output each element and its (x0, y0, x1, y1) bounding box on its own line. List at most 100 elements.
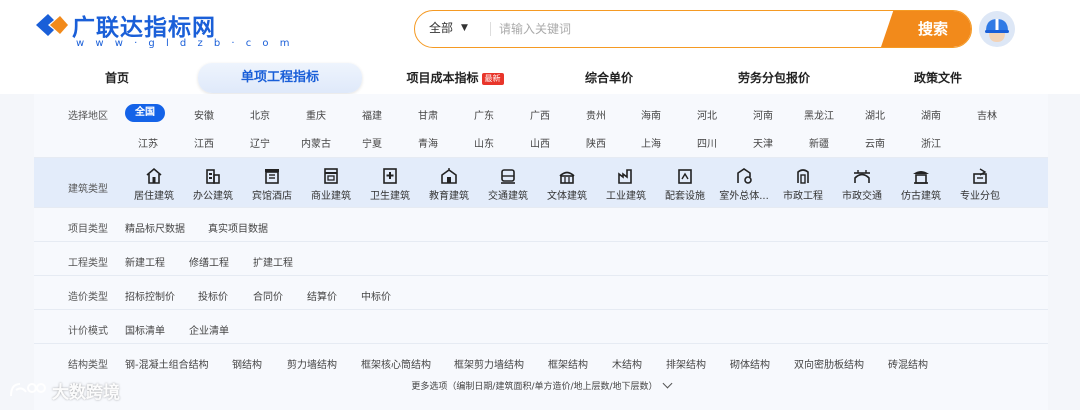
structure-type-option[interactable]: 剪力墙结构 (287, 356, 337, 371)
avatar[interactable] (979, 11, 1015, 47)
cost-type-label: 造价类型 (68, 292, 108, 303)
structure-type-option[interactable]: 砌体结构 (730, 356, 770, 371)
nav-labor-subcontract[interactable]: 劳务分包报价 (732, 66, 816, 90)
cost-type-option[interactable]: 投标价 (198, 288, 228, 303)
region-option[interactable]: 宁夏 (362, 135, 382, 150)
building-type-health[interactable]: 卫生建筑 (360, 167, 420, 202)
building-type-transport[interactable]: 交通建筑 (478, 167, 538, 202)
region-option[interactable]: 天津 (753, 135, 773, 150)
region-option[interactable]: 海南 (641, 107, 661, 122)
nav-project-cost-index-label: 项目成本指标 (406, 71, 479, 85)
cost-type-filter-row: 造价类型 招标控制价 投标价 合同价 结算价 中标价 (34, 276, 1048, 310)
region-option[interactable]: 浙江 (921, 135, 941, 150)
region-option[interactable]: 江苏 (138, 135, 158, 150)
pricing-mode-option[interactable]: 国标清单 (125, 322, 165, 337)
region-option[interactable]: 山东 (474, 135, 494, 150)
watermark-text: 大数跨境 (52, 382, 120, 403)
building-type-education[interactable]: 教育建筑 (419, 167, 479, 202)
building-type-facilities[interactable]: 配套设施 (655, 167, 715, 202)
region-option[interactable]: 内蒙古 (301, 135, 331, 150)
building-type-residential[interactable]: 居住建筑 (124, 167, 184, 202)
region-option[interactable]: 黑龙江 (804, 107, 834, 122)
region-filter-row: 选择地区 全国 安徽 北京 重庆 福建 甘肃 广东 广西 贵州 海南 河北 河南… (34, 94, 1048, 158)
building-type-municipal-traffic[interactable]: 市政交通 (832, 167, 892, 202)
structure-type-option[interactable]: 钢结构 (232, 356, 262, 371)
region-option[interactable]: 河北 (697, 107, 717, 122)
nav-unit-price[interactable]: 综合单价 (576, 66, 642, 90)
pagoda-icon (913, 171, 929, 184)
bridge-icon (854, 170, 870, 183)
region-option[interactable]: 江西 (194, 135, 214, 150)
region-option[interactable]: 云南 (865, 135, 885, 150)
engineering-type-option[interactable]: 扩建工程 (253, 254, 293, 269)
region-option[interactable]: 广东 (474, 107, 494, 122)
building-type-office-label: 办公建筑 (193, 191, 233, 202)
project-type-option[interactable]: 真实项目数据 (208, 220, 268, 235)
pricing-mode-option[interactable]: 企业清单 (189, 322, 229, 337)
site-logo[interactable]: 广联达指标网 w w w · g l d z b · c o m (34, 8, 289, 49)
building-type-outdoor[interactable]: 室外总体... (714, 167, 774, 202)
region-option[interactable]: 湖北 (865, 107, 885, 122)
region-option[interactable]: 新疆 (809, 135, 829, 150)
structure-type-option[interactable]: 框架核心筒结构 (361, 356, 431, 371)
building-type-subcontract[interactable]: 专业分包 (950, 167, 1010, 202)
region-option[interactable]: 河南 (753, 107, 773, 122)
structure-type-option[interactable]: 框架剪力墙结构 (454, 356, 524, 371)
building-type-municipal[interactable]: 市政工程 (773, 167, 833, 202)
nav-home[interactable]: 首页 (90, 66, 144, 90)
structure-type-option[interactable]: 双向密肋板结构 (794, 356, 864, 371)
region-option[interactable]: 上海 (641, 135, 661, 150)
region-option[interactable]: 甘肃 (418, 107, 438, 122)
building-type-transport-label: 交通建筑 (488, 191, 528, 202)
project-type-option[interactable]: 精品标尺数据 (125, 220, 185, 235)
region-option[interactable]: 辽宁 (250, 135, 270, 150)
nav-project-cost-index[interactable]: 项目成本指标 最新 (400, 66, 510, 90)
building-type-commercial[interactable]: 商业建筑 (301, 167, 361, 202)
nav-policy-docs[interactable]: 政策文件 (906, 66, 970, 90)
region-option[interactable]: 吉林 (977, 107, 997, 122)
cost-type-option[interactable]: 结算价 (307, 288, 337, 303)
nav-single-project-index[interactable]: 单项工程指标 (198, 63, 362, 93)
building-type-municipal-label: 市政工程 (783, 191, 823, 202)
building-type-hotel[interactable]: 宾馆酒店 (242, 167, 302, 202)
cost-type-option[interactable]: 合同价 (253, 288, 283, 303)
region-option[interactable]: 全国 (125, 104, 165, 122)
pricing-mode-label: 计价模式 (68, 326, 108, 337)
search-bar: 全部 ▼ 搜索 (414, 10, 972, 48)
structure-type-option[interactable]: 砖混结构 (888, 356, 928, 371)
search-button[interactable]: 搜索 (881, 11, 971, 47)
region-option[interactable]: 广西 (530, 107, 550, 122)
engineering-type-option[interactable]: 修缮工程 (189, 254, 229, 269)
region-option[interactable]: 陕西 (586, 135, 606, 150)
shop-icon (324, 168, 338, 184)
nav-single-project-index-label: 单项工程指标 (240, 70, 319, 85)
region-option[interactable]: 安徽 (194, 107, 214, 122)
subcontract-icon (973, 168, 987, 184)
region-option[interactable]: 湖南 (921, 107, 941, 122)
chevron-down-icon (662, 378, 673, 389)
structure-type-option[interactable]: 排架结构 (666, 356, 706, 371)
region-option[interactable]: 青海 (418, 135, 438, 150)
region-option[interactable]: 北京 (250, 107, 270, 122)
new-badge: 最新 (481, 73, 504, 85)
structure-type-option[interactable]: 木结构 (612, 356, 642, 371)
search-input[interactable] (499, 17, 869, 41)
region-option[interactable]: 福建 (362, 107, 382, 122)
building-type-industrial[interactable]: 工业建筑 (596, 167, 656, 202)
engineering-type-option[interactable]: 新建工程 (125, 254, 165, 269)
building-type-antique[interactable]: 仿古建筑 (891, 167, 951, 202)
structure-type-option[interactable]: 框架结构 (548, 356, 588, 371)
search-scope-select[interactable]: 全部 ▼ (429, 11, 468, 46)
building-type-office[interactable]: 办公建筑 (183, 167, 243, 202)
cost-type-option[interactable]: 中标价 (361, 288, 391, 303)
cost-type-option[interactable]: 招标控制价 (125, 288, 175, 303)
region-option[interactable]: 四川 (697, 135, 717, 150)
region-option[interactable]: 重庆 (306, 107, 326, 122)
region-option[interactable]: 贵州 (586, 107, 606, 122)
building-type-culture-sports[interactable]: 文体建筑 (537, 167, 597, 202)
pricing-mode-filter-row: 计价模式 国标清单 企业清单 (34, 310, 1048, 344)
region-option[interactable]: 山西 (530, 135, 550, 150)
building-type-antique-label: 仿古建筑 (901, 191, 941, 202)
more-options-toggle[interactable]: 更多选项（编制日期/建筑面积/单方造价/地上层数/地下层数） (34, 378, 1048, 392)
structure-type-option[interactable]: 钢-混凝土组合结构 (125, 356, 209, 371)
